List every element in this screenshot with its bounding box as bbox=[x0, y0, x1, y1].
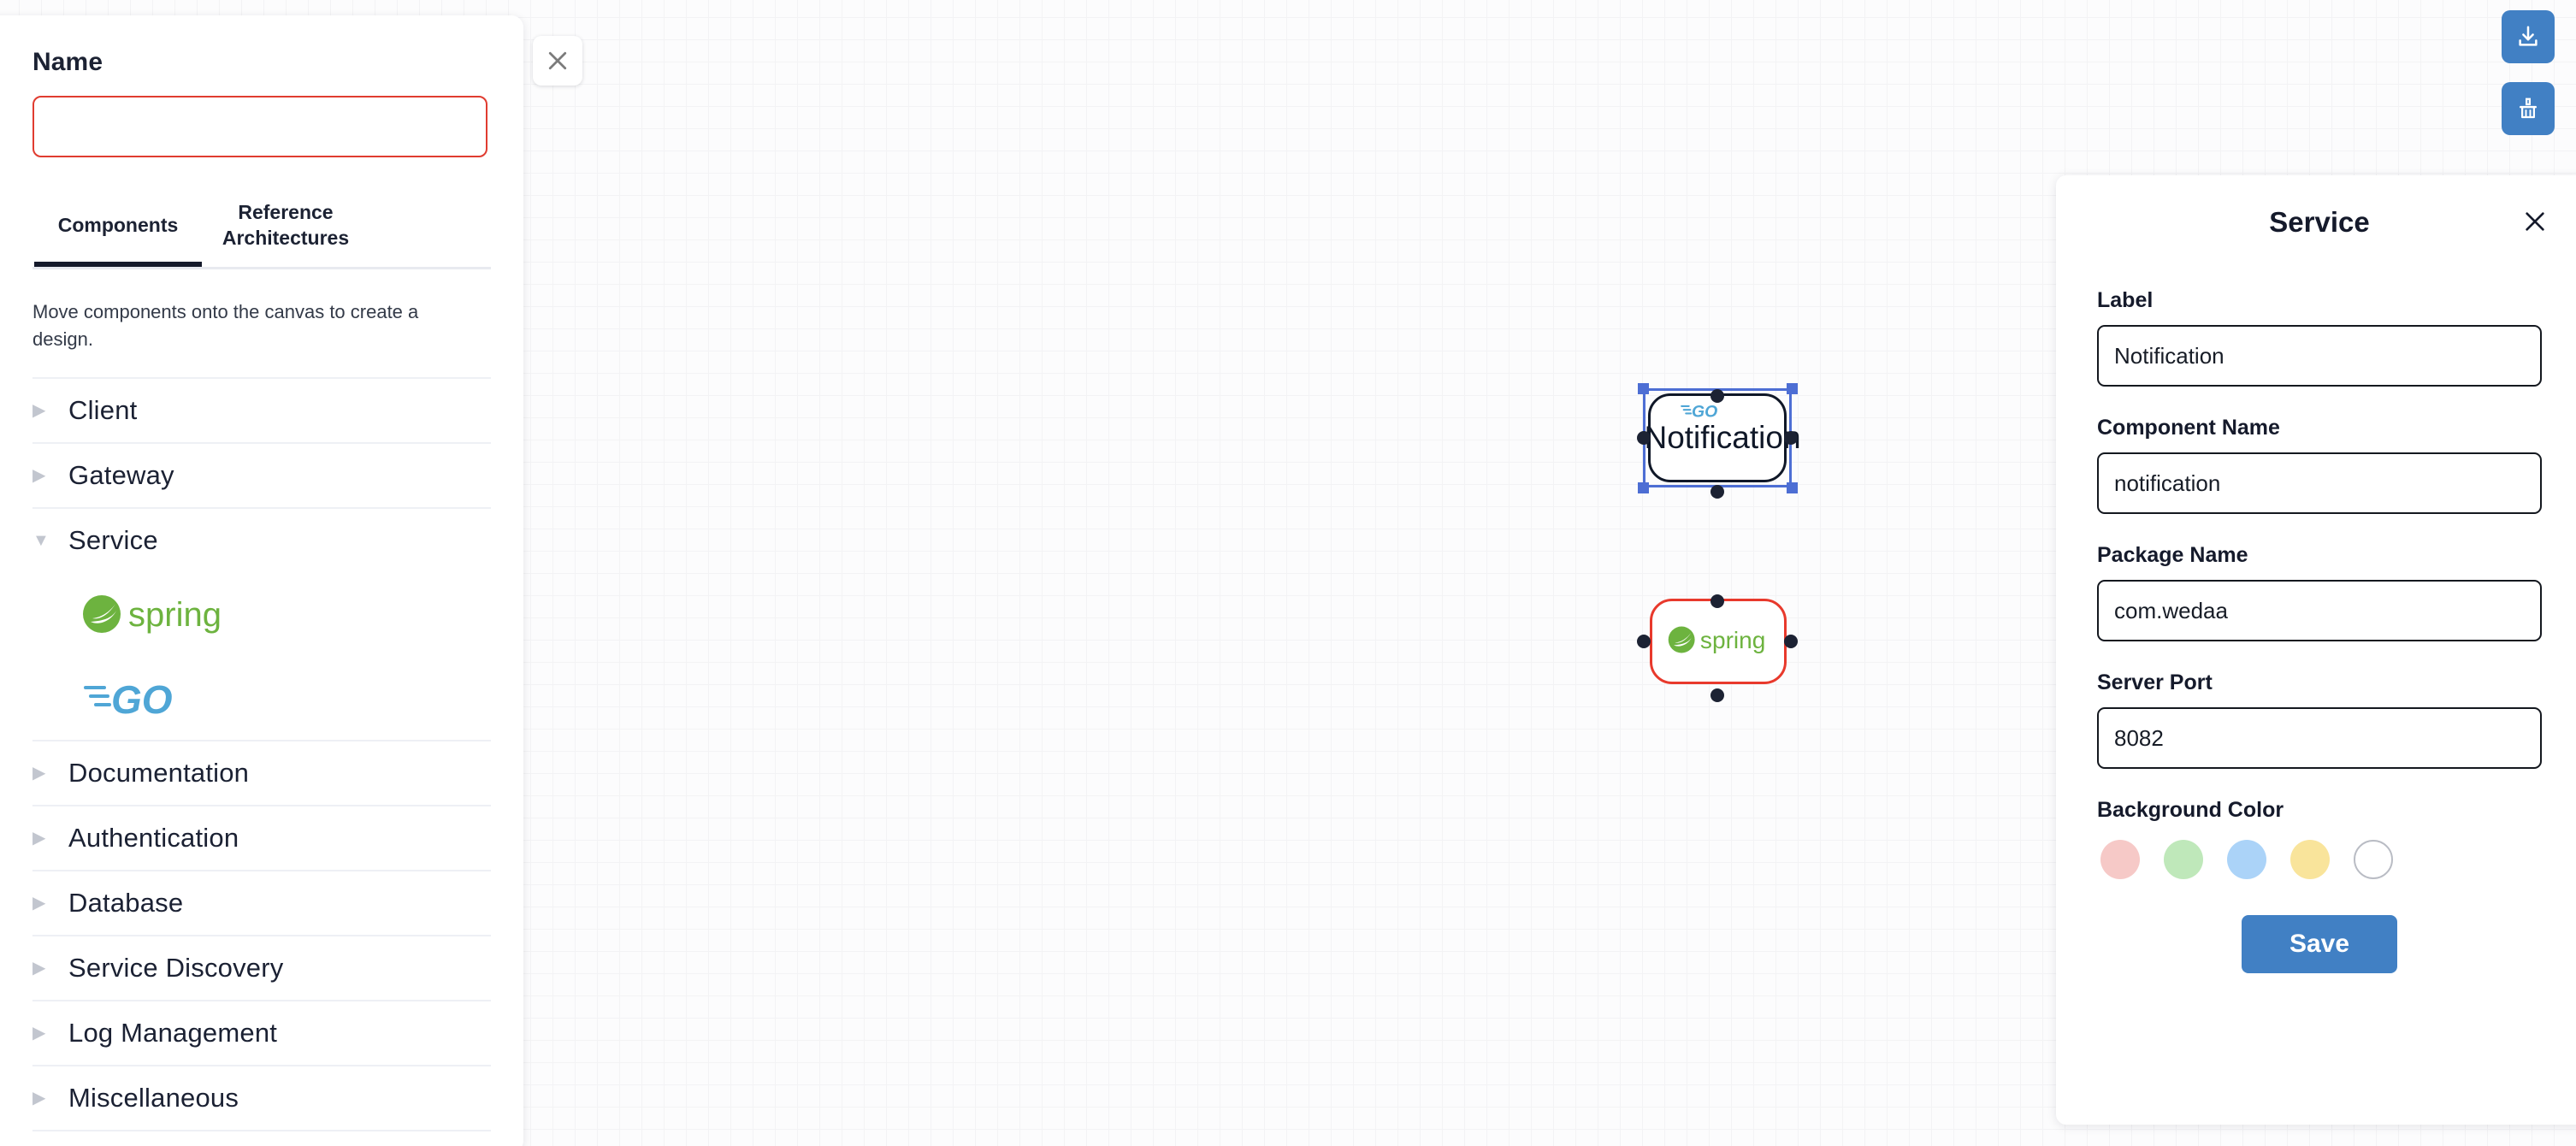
resize-handle-se[interactable] bbox=[1787, 482, 1798, 493]
svg-text:GO: GO bbox=[111, 677, 173, 720]
palette-item-spring[interactable]: spring bbox=[32, 572, 491, 656]
close-panel-button[interactable] bbox=[2518, 204, 2552, 239]
field-server-port-caption: Server Port bbox=[2097, 670, 2213, 694]
sidebar-item-miscellaneous[interactable]: ▶ Miscellaneous bbox=[32, 1064, 491, 1130]
spring-logo-icon: spring bbox=[1668, 623, 1769, 661]
chevron-right-icon: ▶ bbox=[32, 1088, 46, 1108]
server-port-field[interactable] bbox=[2097, 707, 2542, 769]
color-swatch-green[interactable] bbox=[2164, 840, 2203, 879]
link-port-top[interactable] bbox=[1710, 389, 1724, 403]
app-canvas: Name Components Reference Architectures … bbox=[0, 0, 2576, 1146]
field-package-name: Package Name bbox=[2097, 543, 2542, 641]
chevron-right-icon: ▶ bbox=[32, 958, 46, 978]
panel-title: Service bbox=[2269, 206, 2370, 238]
download-icon bbox=[2519, 26, 2538, 46]
chevron-right-icon: ▶ bbox=[32, 1023, 46, 1043]
node-label: Notification bbox=[1644, 420, 1801, 455]
broom-icon bbox=[2520, 97, 2537, 119]
category-label: Miscellaneous bbox=[68, 1082, 239, 1113]
color-swatch-group bbox=[2097, 840, 2542, 879]
tab-ra-line1: Reference bbox=[238, 201, 334, 223]
field-server-port: Server Port bbox=[2097, 670, 2542, 769]
tab-ra-line2: Architectures bbox=[222, 226, 350, 249]
sidebar-item-gateway[interactable]: ▶ Gateway bbox=[32, 441, 491, 507]
category-label: Gateway bbox=[68, 459, 174, 490]
category-label: Documentation bbox=[68, 757, 250, 788]
download-button[interactable] bbox=[2502, 10, 2555, 63]
color-swatch-white[interactable] bbox=[2354, 840, 2393, 879]
color-swatch-yellow[interactable] bbox=[2290, 840, 2330, 879]
color-swatch-blue[interactable] bbox=[2227, 840, 2266, 879]
category-label: Log Management bbox=[68, 1017, 278, 1048]
sidebar-item-service[interactable]: ▼ Service bbox=[32, 506, 491, 572]
save-button[interactable]: Save bbox=[2242, 915, 2397, 973]
chevron-right-icon: ▶ bbox=[32, 828, 46, 848]
link-port-top[interactable] bbox=[1710, 594, 1724, 608]
link-port-bottom[interactable] bbox=[1710, 688, 1724, 702]
field-component-name: Component Name bbox=[2097, 416, 2542, 514]
sidebar-item-authentication[interactable]: ▶ Authentication bbox=[32, 804, 491, 870]
field-component-name-caption: Component Name bbox=[2097, 416, 2280, 440]
link-port-right[interactable] bbox=[1784, 635, 1798, 648]
category-label: Service bbox=[68, 524, 158, 555]
sidebar-item-client[interactable]: ▶ Client bbox=[32, 376, 491, 442]
component-category-list: ▶ Client ▶ Gateway ▼ Service spring GO ▶… bbox=[32, 376, 491, 1133]
chevron-right-icon: ▶ bbox=[32, 763, 46, 783]
close-icon bbox=[2526, 212, 2544, 231]
palette-item-go[interactable]: GO bbox=[32, 656, 491, 740]
link-port-left[interactable] bbox=[1637, 635, 1651, 648]
field-label: Label bbox=[2097, 288, 2542, 387]
field-background-color: Background Color bbox=[2097, 798, 2542, 879]
field-package-name-caption: Package Name bbox=[2097, 543, 2248, 567]
sidebar-item-log-management[interactable]: ▶ Log Management bbox=[32, 999, 491, 1065]
canvas-node-spring-service[interactable]: spring bbox=[1650, 599, 1787, 684]
tab-components[interactable]: Components bbox=[34, 195, 202, 267]
svg-text:GO: GO bbox=[1692, 403, 1717, 420]
link-port-bottom[interactable] bbox=[1710, 485, 1724, 499]
close-sidebar-button[interactable] bbox=[533, 36, 582, 86]
service-properties-panel: Service Label Component Name Package Nam… bbox=[2056, 175, 2576, 1125]
category-label: Client bbox=[68, 394, 138, 425]
sidebar-item-service-discovery[interactable]: ▶ Service Discovery bbox=[32, 934, 491, 1000]
sidebar-hint: Move components onto the canvas to creat… bbox=[32, 300, 419, 350]
canvas-node-notification[interactable]: GO Notification bbox=[1644, 393, 1801, 482]
go-logo-icon: GO bbox=[82, 676, 193, 720]
resize-handle-sw[interactable] bbox=[1638, 482, 1649, 493]
category-label: Database bbox=[68, 887, 184, 918]
name-label: Name bbox=[32, 48, 103, 76]
resize-handle-nw[interactable] bbox=[1638, 383, 1649, 394]
sidebar-item-database[interactable]: ▶ Database bbox=[32, 869, 491, 935]
package-name-field[interactable] bbox=[2097, 580, 2542, 641]
background-color-caption: Background Color bbox=[2097, 798, 2284, 822]
link-port-left[interactable] bbox=[1637, 431, 1651, 445]
field-label-caption: Label bbox=[2097, 288, 2154, 312]
chevron-right-icon: ▶ bbox=[32, 893, 46, 913]
component-name-field[interactable] bbox=[2097, 452, 2542, 514]
label-field[interactable] bbox=[2097, 325, 2542, 387]
sidebar-item-documentation[interactable]: ▶ Documentation bbox=[32, 739, 491, 805]
chevron-right-icon: ▶ bbox=[32, 465, 46, 485]
svg-text:spring: spring bbox=[1700, 626, 1765, 653]
clear-canvas-button[interactable] bbox=[2502, 82, 2555, 135]
spring-logo-icon: spring bbox=[82, 592, 226, 636]
chevron-down-icon: ▼ bbox=[32, 530, 50, 550]
chevron-right-icon: ▶ bbox=[32, 400, 46, 420]
design-name-input[interactable] bbox=[32, 96, 487, 157]
components-sidebar: Name Components Reference Architectures … bbox=[0, 15, 523, 1146]
resize-handle-ne[interactable] bbox=[1787, 383, 1798, 394]
close-icon bbox=[548, 51, 567, 70]
list-end-divider bbox=[32, 1129, 491, 1133]
category-label: Authentication bbox=[68, 822, 239, 853]
category-label: Service Discovery bbox=[68, 952, 284, 983]
link-port-right[interactable] bbox=[1784, 431, 1798, 445]
sidebar-tabs: Components Reference Architectures bbox=[32, 195, 491, 269]
color-swatch-pink[interactable] bbox=[2100, 840, 2140, 879]
tab-reference-architectures[interactable]: Reference Architectures bbox=[202, 195, 369, 267]
svg-text:spring: spring bbox=[128, 596, 222, 634]
